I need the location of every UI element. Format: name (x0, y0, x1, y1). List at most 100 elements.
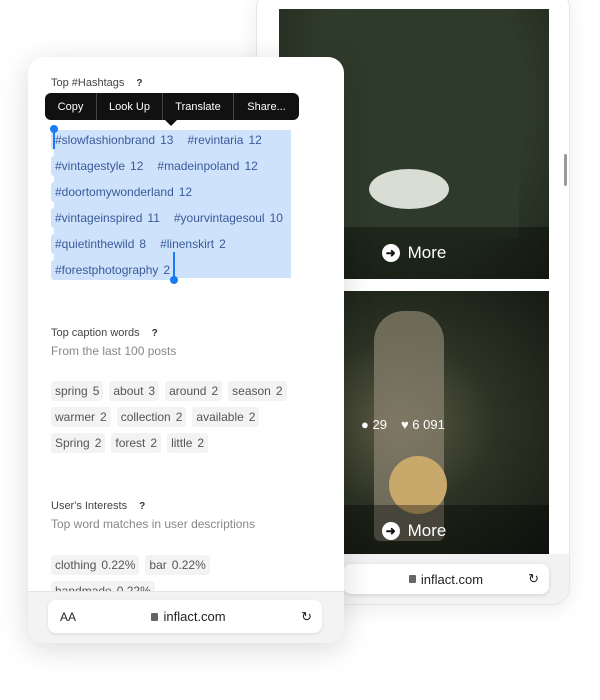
scrollbar[interactable] (564, 154, 567, 186)
reload-icon[interactable]: ↻ (301, 609, 312, 625)
hashtags-chip[interactable]: #vintagestyle 12 (51, 156, 148, 176)
chip-count: 2 (219, 237, 226, 251)
chip-count: 0.22% (101, 558, 136, 572)
address-bar[interactable]: AA inflact.com ↻ (48, 600, 322, 633)
chip-label: #yourvintagesoul (173, 211, 265, 225)
chip-count: 12 (248, 133, 262, 147)
chip-count: 2 (275, 384, 283, 398)
chip-label: #vintagestyle (55, 159, 126, 173)
chip-label: #revintaria (187, 133, 244, 147)
caption-chip[interactable]: available 2 (192, 407, 260, 427)
hashtags-row: #forestphotography 2 (51, 260, 175, 280)
chip-count: 12 (178, 185, 193, 199)
heading-text: Top caption words (51, 327, 140, 339)
caption-chip[interactable]: collection 2 (116, 407, 187, 427)
context-menu: Copy Look Up Translate Share... (45, 93, 299, 120)
chip-count: 2 (175, 410, 183, 424)
chip-label: season (232, 384, 271, 398)
comment-icon: ● (361, 417, 369, 432)
url: inflact.com (163, 609, 226, 624)
caption-chip[interactable]: around 2 (165, 381, 223, 401)
chip-label: clothing (55, 558, 97, 572)
chip-count: 2 (197, 436, 205, 450)
menu-copy[interactable]: Copy (45, 93, 97, 120)
caption-chip[interactable]: forest 2 (111, 433, 162, 453)
hashtags-row: #vintagestyle 12 #madeinpoland 12 (51, 156, 262, 176)
hashtags-chip[interactable]: #linenskirt 2 (156, 234, 230, 254)
hashtags-row: #doortomywonderland 12 (51, 182, 197, 202)
chip-label: about (113, 384, 144, 398)
selection-start-caret (53, 129, 55, 149)
chip-label: #quietinthewild (55, 237, 135, 251)
heart-icon: ♥ (400, 417, 409, 432)
hashtags-row: #slowfashionbrand 13 #revintaria 12 (51, 130, 266, 150)
chip-count: 10 (269, 211, 283, 225)
browser-bar: AA inflact.com ↻ (28, 591, 344, 643)
chip-label: #slowfashionbrand (55, 133, 156, 147)
hashtags-chip[interactable]: #forestphotography 2 (51, 260, 175, 280)
chip-count: 12 (130, 159, 144, 173)
caption-subtitle: From the last 100 posts (51, 344, 177, 358)
help-icon[interactable]: ? (136, 78, 142, 89)
caption-chip[interactable]: Spring 2 (51, 433, 106, 453)
chip-label: collection (120, 410, 171, 424)
hashtags-chip[interactable]: #quietinthewild 8 (51, 234, 151, 254)
chip-label: #vintageinspired (55, 211, 143, 225)
hashtags-chip[interactable]: #madeinpoland 12 (153, 156, 262, 176)
more-label: More (407, 521, 447, 540)
selection-end-caret (173, 252, 175, 277)
address-bar[interactable]: inflact.com ↻ (343, 564, 549, 594)
menu-translate[interactable]: Translate (163, 93, 234, 120)
caption-row: warmer 2 collection 2 available 2 (51, 407, 260, 427)
chip-count: 5 (92, 384, 100, 398)
reload-icon[interactable]: ↻ (528, 571, 539, 587)
help-icon[interactable]: ? (152, 328, 158, 339)
chip-count: 12 (244, 159, 258, 173)
arrow-right-icon: ➜ (381, 522, 400, 540)
lock-icon (151, 613, 159, 621)
hashtags-row: #quietinthewild 8 #linenskirt 2 (51, 234, 230, 254)
arrow-right-icon: ➜ (381, 244, 400, 262)
heading-text: User's Interests (51, 500, 128, 512)
chip-label: #doortomywonderland (55, 185, 174, 199)
hashtags-chip[interactable]: #yourvintagesoul 10 (169, 208, 287, 228)
hashtags-chip[interactable]: #revintaria 12 (183, 130, 266, 150)
text-size-button[interactable]: AA (60, 610, 76, 624)
caption-chip[interactable]: season 2 (228, 381, 287, 401)
caption-row: Spring 2 forest 2 little 2 (51, 433, 209, 453)
caption-row: spring 5 about 3 around 2 season 2 (51, 381, 287, 401)
caption-chip[interactable]: spring 5 (51, 381, 104, 401)
likes-count: 6 091 (412, 417, 445, 432)
caption-chip[interactable]: little 2 (167, 433, 209, 453)
chip-label: spring (55, 384, 88, 398)
interests-chip[interactable]: bar 0.22% (145, 555, 210, 575)
heading-text: Top #Hashtags (51, 77, 125, 89)
chip-count: 0.22% (171, 558, 206, 572)
chip-label: bar (149, 558, 167, 572)
chip-label: warmer (55, 410, 96, 424)
selection-end-handle[interactable] (170, 276, 178, 284)
chip-label: available (196, 410, 244, 424)
menu-share[interactable]: Share... (234, 93, 299, 120)
hashtags-chip[interactable]: #slowfashionbrand 13 (51, 130, 178, 150)
lock-icon (408, 575, 416, 583)
hashtags-chip[interactable]: #doortomywonderland 12 (51, 182, 197, 202)
chip-label: Spring (55, 436, 90, 450)
interests-row: clothing 0.22% bar 0.22% (51, 555, 210, 575)
chip-count: 8 (139, 237, 147, 251)
teacup (369, 169, 449, 209)
caption-chip[interactable]: warmer 2 (51, 407, 111, 427)
menu-look-up[interactable]: Look Up (97, 93, 163, 120)
caption-heading: Top caption words? (51, 327, 158, 339)
caption-chip[interactable]: about 3 (109, 381, 160, 401)
hashtags-row: #vintageinspired 11 #yourvintagesoul 10 (51, 208, 287, 228)
chip-label: forest (115, 436, 146, 450)
comments-stat: ● 29 (361, 417, 387, 432)
help-icon[interactable]: ? (139, 501, 145, 512)
chip-label: little (171, 436, 193, 450)
interests-chip[interactable]: clothing 0.22% (51, 555, 140, 575)
url-field: inflact.com (151, 609, 226, 624)
chip-count: 2 (94, 436, 102, 450)
comments-count: 29 (372, 417, 387, 432)
hashtags-chip[interactable]: #vintageinspired 11 (51, 208, 164, 228)
